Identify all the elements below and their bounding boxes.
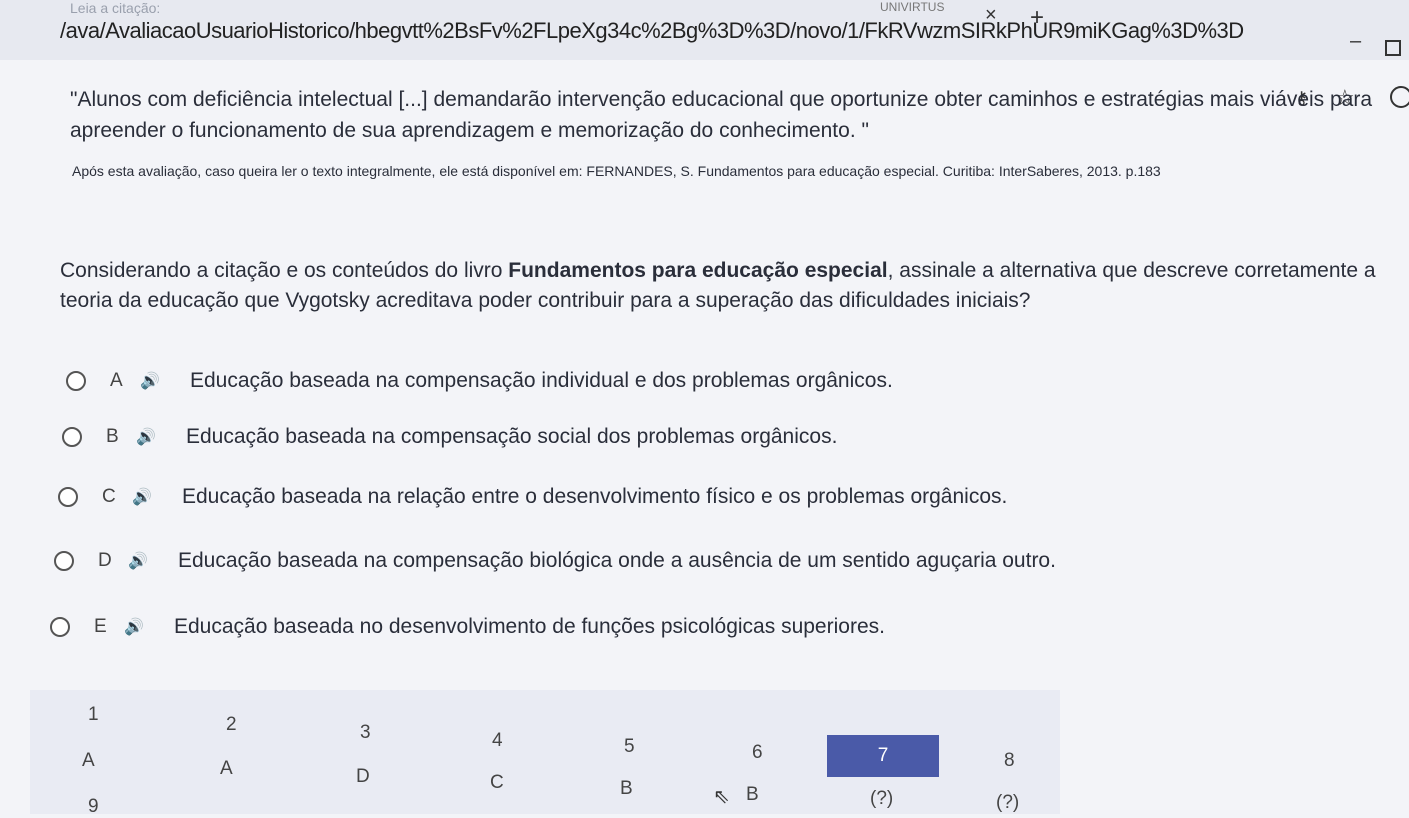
nav-answer[interactable]: (?): [996, 792, 1019, 814]
nav-number-active[interactable]: 7: [827, 735, 939, 777]
browser-chrome: Leia a citação: UNIVIRTUS × + /ava/Avali…: [0, 0, 1409, 60]
quote-text: "Alunos com deficiência intelectual [...…: [70, 88, 1373, 142]
radio-b[interactable]: [62, 427, 82, 447]
nav-answer[interactable]: A: [82, 750, 95, 772]
faded-instruction: Leia a citação:: [70, 0, 161, 16]
question-text: Considerando a citação e os conteúdos do…: [60, 259, 1376, 312]
option-a[interactable]: A 🔊 Educação baseada na compensação indi…: [66, 366, 893, 396]
nav-number[interactable]: 6: [752, 742, 763, 764]
nav-number[interactable]: 3: [360, 722, 371, 744]
quote-source: Após esta avaliação, caso queira ler o t…: [72, 163, 1161, 179]
tab-label[interactable]: UNIVIRTUS: [880, 0, 944, 14]
nav-answer[interactable]: (?): [870, 788, 893, 810]
option-b[interactable]: B 🔊 Educação baseada na compensação soci…: [62, 422, 837, 452]
book-title: Fundamentos para educação especial: [508, 259, 888, 282]
option-text: Educação baseada na compensação social d…: [186, 425, 838, 448]
option-letter: A: [110, 370, 123, 391]
nav-number[interactable]: 8: [1004, 750, 1015, 772]
nav-answer[interactable]: B: [620, 778, 633, 800]
option-d[interactable]: D 🔊 Educação baseada na compensação biol…: [54, 546, 1056, 576]
option-letter: C: [102, 486, 116, 507]
speaker-icon[interactable]: 🔊: [124, 617, 174, 637]
profile-icon[interactable]: [1390, 86, 1409, 108]
nav-number[interactable]: 2: [226, 714, 237, 736]
option-letter: E: [94, 616, 107, 637]
address-bar[interactable]: /ava/AvaliacaoUsuarioHistorico/hbegvtt%2…: [60, 18, 1244, 44]
nav-number[interactable]: 4: [492, 730, 503, 752]
nav-number[interactable]: 1: [88, 704, 99, 726]
radio-e[interactable]: [50, 617, 70, 637]
minimize-icon[interactable]: –: [1350, 30, 1361, 53]
option-letter: B: [106, 426, 119, 447]
nav-number[interactable]: 5: [624, 736, 635, 758]
option-text: Educação baseada na relação entre o dese…: [182, 485, 1008, 508]
option-text: Educação baseada no desenvolvimento de f…: [174, 615, 885, 638]
option-letter: D: [98, 550, 112, 571]
radio-c[interactable]: [58, 487, 78, 507]
speaker-icon[interactable]: 🔊: [136, 427, 186, 447]
maximize-icon[interactable]: [1385, 40, 1401, 56]
nav-number[interactable]: 9: [88, 796, 99, 818]
option-text: Educação baseada na compensação individu…: [190, 369, 893, 392]
speaker-icon[interactable]: 🔊: [132, 487, 182, 507]
cursor-icon: ⇖: [713, 786, 730, 808]
nav-answer[interactable]: D: [356, 766, 370, 788]
speaker-icon[interactable]: 🔊: [128, 551, 178, 571]
option-e[interactable]: E 🔊 Educação baseada no desenvolvimento …: [50, 612, 885, 642]
radio-a[interactable]: [66, 371, 86, 391]
nav-answer[interactable]: C: [490, 772, 504, 794]
radio-d[interactable]: [54, 551, 74, 571]
nav-answer[interactable]: B: [746, 784, 759, 806]
option-c[interactable]: C 🔊 Educação baseada na relação entre o …: [58, 482, 1007, 512]
option-text: Educação baseada na compensação biológic…: [178, 549, 1056, 572]
question-navigator: 1 2 3 4 5 6 7 8 A A D C B B (?) (?) 9 ⇖: [30, 690, 1060, 817]
speaker-icon[interactable]: 🔊: [140, 371, 190, 391]
nav-answer[interactable]: A: [220, 758, 233, 780]
